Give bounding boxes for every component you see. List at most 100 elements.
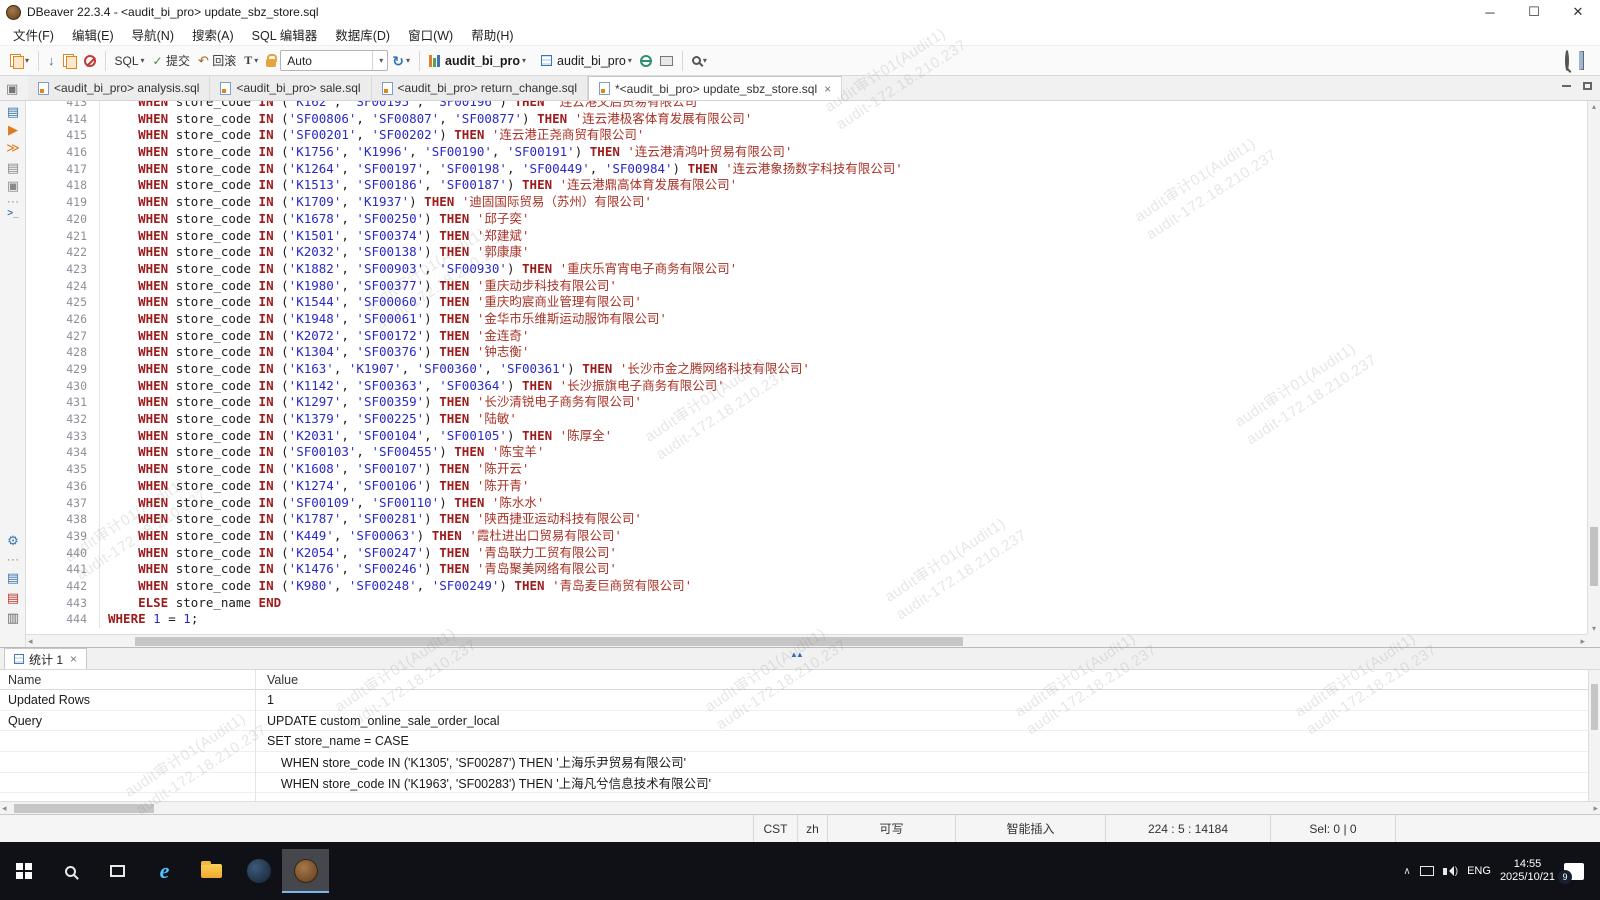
status-cell[interactable]: 可写	[827, 815, 955, 842]
code-line[interactable]: 415 WHEN store_code IN ('SF00201', 'SF00…	[26, 127, 1587, 144]
chevron-down-icon[interactable]: ▾	[25, 56, 29, 65]
maximize-view-icon[interactable]	[1583, 82, 1592, 90]
scrollbar-thumb[interactable]	[1590, 527, 1598, 586]
editor-tab[interactable]: <audit_bi_pro> sale.sql	[210, 76, 371, 100]
file-explorer-button[interactable]	[188, 849, 235, 893]
code-line[interactable]: 440 WHEN store_code IN ('K2054', 'SF0024…	[26, 545, 1587, 562]
code-line[interactable]: 438 WHEN store_code IN ('K1787', 'SF0028…	[26, 511, 1587, 528]
code-line[interactable]: 434 WHEN store_code IN ('SF00103', 'SF00…	[26, 444, 1587, 461]
code-line[interactable]: 429 WHEN store_code IN ('K163', 'K1907',…	[26, 361, 1587, 378]
scroll-up-icon[interactable]: ▴	[1588, 102, 1600, 111]
code-line[interactable]: 427 WHEN store_code IN ('K2072', 'SF0017…	[26, 328, 1587, 345]
network-icon[interactable]	[1420, 866, 1434, 876]
volume-icon[interactable]: )	[1443, 866, 1458, 877]
code-line[interactable]: 439 WHEN store_code IN ('K449', 'SF00063…	[26, 528, 1587, 545]
tray-expand-icon[interactable]: ∧	[1403, 866, 1410, 877]
scrollbar-thumb[interactable]	[14, 804, 154, 813]
editor-tab[interactable]: *<audit_bi_pro> update_sbz_store.sql×	[588, 76, 842, 100]
table-row[interactable]: Updated Rows1	[0, 690, 1600, 711]
search-dropdown[interactable]: ▾	[689, 50, 710, 72]
table-row[interactable]: QueryUPDATE custom_online_sale_order_loc…	[0, 711, 1600, 732]
code-line[interactable]: 436 WHEN store_code IN ('K1274', 'SF0010…	[26, 478, 1587, 495]
code-line[interactable]: 425 WHEN store_code IN ('K1544', 'SF0006…	[26, 294, 1587, 311]
menu-item[interactable]: 帮助(H)	[462, 24, 522, 45]
execute-script-button[interactable]	[60, 50, 79, 72]
tab-close-icon[interactable]: ×	[824, 82, 831, 96]
editor-tab[interactable]: <audit_bi_pro> analysis.sql	[28, 76, 210, 100]
code-line[interactable]: 433 WHEN store_code IN ('K2031', 'SF0010…	[26, 428, 1587, 445]
terminal-icon[interactable]: >_	[0, 209, 26, 219]
code-line[interactable]: 444WHERE 1 = 1;	[26, 611, 1587, 628]
sql-language-dropdown[interactable]: SQL▾	[112, 50, 148, 72]
sql-console-icon[interactable]: ▤	[0, 105, 26, 118]
export-result-icon[interactable]: ▥	[0, 611, 26, 624]
save-log-icon[interactable]: ▤	[0, 571, 26, 584]
vertical-scrollbar[interactable]: ▴ ▾	[1587, 101, 1600, 634]
code-line[interactable]: 428 WHEN store_code IN ('K1304', 'SF0037…	[26, 344, 1587, 361]
table-row[interactable]: SET store_name = CASE	[0, 731, 1600, 752]
status-cell[interactable]: zh	[797, 815, 827, 842]
rollback-button[interactable]: ↶ 回滚	[195, 50, 239, 72]
scroll-left-icon[interactable]: ◂	[2, 803, 7, 814]
code-line[interactable]: 413 WHEN store_code IN ('K162', 'SF00195…	[26, 101, 1587, 111]
status-cell[interactable]: Sel: 0 | 0	[1270, 815, 1395, 842]
code-line[interactable]: 419 WHEN store_code IN ('K1709', 'K1937'…	[26, 194, 1587, 211]
statistics-tab[interactable]: 统计 1 ×	[4, 648, 87, 669]
editor-layout-button[interactable]	[1579, 52, 1584, 70]
code-line[interactable]: 417 WHEN store_code IN ('K1264', 'SF0019…	[26, 161, 1587, 178]
scroll-right-icon[interactable]: ▸	[1580, 636, 1585, 647]
settings-gear-icon[interactable]: ⚙	[0, 534, 26, 547]
code-line[interactable]: 431 WHEN store_code IN ('K1297', 'SF0035…	[26, 394, 1587, 411]
fetch-next-icon[interactable]: ↓	[45, 50, 58, 72]
execute-statement-icon[interactable]: ▶	[0, 123, 26, 136]
scrollbar-thumb[interactable]	[135, 637, 962, 646]
transaction-mode-dropdown[interactable]: T▾	[241, 50, 261, 72]
taskbar-search-button[interactable]	[47, 849, 94, 893]
commit-button[interactable]: ✓ 提交	[150, 50, 193, 72]
code-line[interactable]: 441 WHEN store_code IN ('K1476', 'SF0024…	[26, 561, 1587, 578]
horizontal-scrollbar[interactable]: ◂ ▸	[26, 634, 1587, 647]
connection-selector[interactable]: audit_bi_pro ▾	[426, 50, 529, 72]
schema-selector[interactable]: audit_bi_pro ▾	[538, 50, 635, 72]
code-line[interactable]: 435 WHEN store_code IN ('K1608', 'SF0010…	[26, 461, 1587, 478]
code-line[interactable]: 422 WHEN store_code IN ('K2032', 'SF0013…	[26, 244, 1587, 261]
menu-item[interactable]: 数据库(D)	[326, 24, 399, 45]
editor-tab[interactable]: <audit_bi_pro> return_change.sql	[372, 76, 588, 100]
quick-search-button[interactable]	[1565, 52, 1569, 70]
notification-center-icon[interactable]: 9	[1564, 863, 1584, 880]
dbeaver-taskbar-button[interactable]	[282, 849, 329, 893]
scrollbar-thumb[interactable]	[1591, 684, 1598, 730]
code-line[interactable]: 416 WHEN store_code IN ('K1756', 'K1996'…	[26, 144, 1587, 161]
new-sql-editor-icon[interactable]: ▾	[7, 50, 32, 72]
tab-close-icon[interactable]: ×	[70, 652, 77, 666]
code-line[interactable]: 432 WHEN store_code IN ('K1379', 'SF0022…	[26, 411, 1587, 428]
menu-item[interactable]: 搜索(A)	[183, 24, 243, 45]
code-line[interactable]: 437 WHEN store_code IN ('SF00109', 'SF00…	[26, 495, 1587, 512]
close-button[interactable]: ✕	[1556, 0, 1600, 24]
execute-script-icon[interactable]: ≫	[0, 141, 26, 154]
start-button[interactable]	[0, 849, 47, 893]
scroll-down-icon[interactable]: ▾	[1588, 624, 1600, 633]
taskbar-clock[interactable]: 14:55 2025/10/21	[1500, 858, 1555, 884]
menu-item[interactable]: 导航(N)	[123, 24, 183, 45]
code-line[interactable]: 426 WHEN store_code IN ('K1948', 'SF0006…	[26, 311, 1587, 328]
menu-item[interactable]: 编辑(E)	[63, 24, 123, 45]
code-area[interactable]: 413 WHEN store_code IN ('K162', 'SF00195…	[26, 101, 1587, 634]
menu-item[interactable]: 文件(F)	[4, 24, 63, 45]
status-cell[interactable]: 智能插入	[955, 815, 1105, 842]
panel-vertical-scrollbar[interactable]	[1588, 670, 1600, 801]
output-device-button[interactable]	[657, 50, 676, 72]
table-row[interactable]: WHEN store_code IN ('K1963', 'SF00283') …	[0, 773, 1600, 794]
network-settings-button[interactable]	[637, 50, 655, 72]
scroll-right-icon[interactable]: ▸	[1593, 803, 1598, 814]
editor-list-icon[interactable]: ▣	[6, 81, 18, 97]
status-cell[interactable]: 224 : 5 : 14184	[1105, 815, 1270, 842]
panel-sash-arrows[interactable]: ▲▲	[790, 650, 802, 659]
pinned-app-button[interactable]	[235, 849, 282, 893]
menu-item[interactable]: 窗口(W)	[399, 24, 462, 45]
column-divider[interactable]	[255, 670, 256, 801]
menu-item[interactable]: SQL 编辑器	[243, 24, 327, 45]
transaction-lock-button[interactable]	[263, 50, 279, 72]
panel-horizontal-scrollbar[interactable]: ◂ ▸	[0, 801, 1600, 814]
maximize-button[interactable]: ☐	[1512, 0, 1556, 24]
